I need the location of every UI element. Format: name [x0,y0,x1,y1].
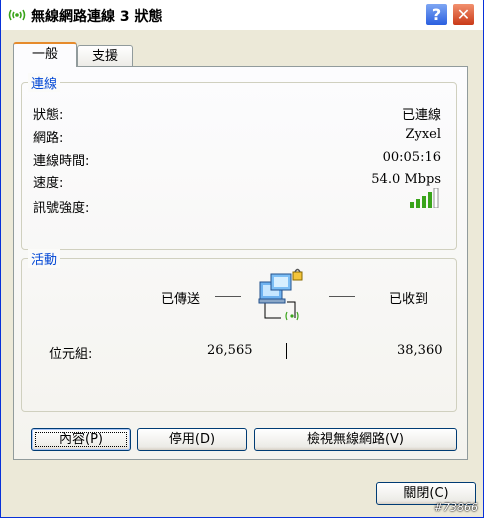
status-dialog: 無線網路連線 3 狀態 ? ✕ 一般 支援 連線 狀態: 已連線 網路: Zyx… [0,0,484,518]
close-button-label: 關閉(C) [403,486,449,501]
activity-group: 活動 [21,249,457,412]
properties-button[interactable]: 內容(P) [31,428,131,451]
tab-support[interactable]: 支援 [77,45,133,67]
sent-dash [215,296,241,297]
tab-support-label: 支援 [91,49,118,64]
duration-label: 連線時間: [33,154,90,169]
title-bar[interactable]: 無線網路連線 3 狀態 ? ✕ [1,0,483,30]
bytes-received-value: 38,360 [397,343,443,358]
bytes-label: 位元組: [49,347,93,362]
received-label: 已收到 [389,292,429,307]
speed-value: 54.0 Mbps [371,172,441,187]
network-value: Zyxel [405,127,441,142]
close-window-button[interactable]: ✕ [452,3,475,26]
network-label: 網路: [33,131,64,146]
bytes-sent-value: 26,565 [207,343,253,358]
bytes-divider [286,343,287,359]
wireless-antenna-icon [8,9,26,21]
tab-general-label: 一般 [31,47,58,62]
signal-strength-label: 訊號強度: [33,201,90,216]
disable-button[interactable]: 停用(D) [137,428,247,451]
view-wireless-networks-label: 檢視無線網路(V) [306,432,405,447]
dialog-body: 一般 支援 連線 狀態: 已連線 網路: Zyxel 連線時間: 00:05:1… [3,30,481,516]
signal-strength-icon [410,188,439,208]
view-wireless-networks-button[interactable]: 檢視無線網路(V) [254,428,457,451]
activity-group-title: 活動 [28,249,61,268]
status-label: 狀態: [33,108,64,123]
status-value: 已連線 [401,108,441,123]
sent-label: 已傳送 [161,292,201,307]
help-button[interactable]: ? [425,3,448,26]
focus-ring [35,432,127,447]
network-computers-icon [258,268,303,321]
speed-label: 速度: [33,176,64,191]
tab-general[interactable]: 一般 [13,42,77,67]
received-dash [329,296,355,297]
watermark: #73866 [433,501,478,514]
connection-group-title: 連線 [28,73,61,92]
window-title: 無線網路連線 3 狀態 [31,9,163,25]
disable-button-label: 停用(D) [168,432,216,447]
duration-value: 00:05:16 [382,150,441,165]
